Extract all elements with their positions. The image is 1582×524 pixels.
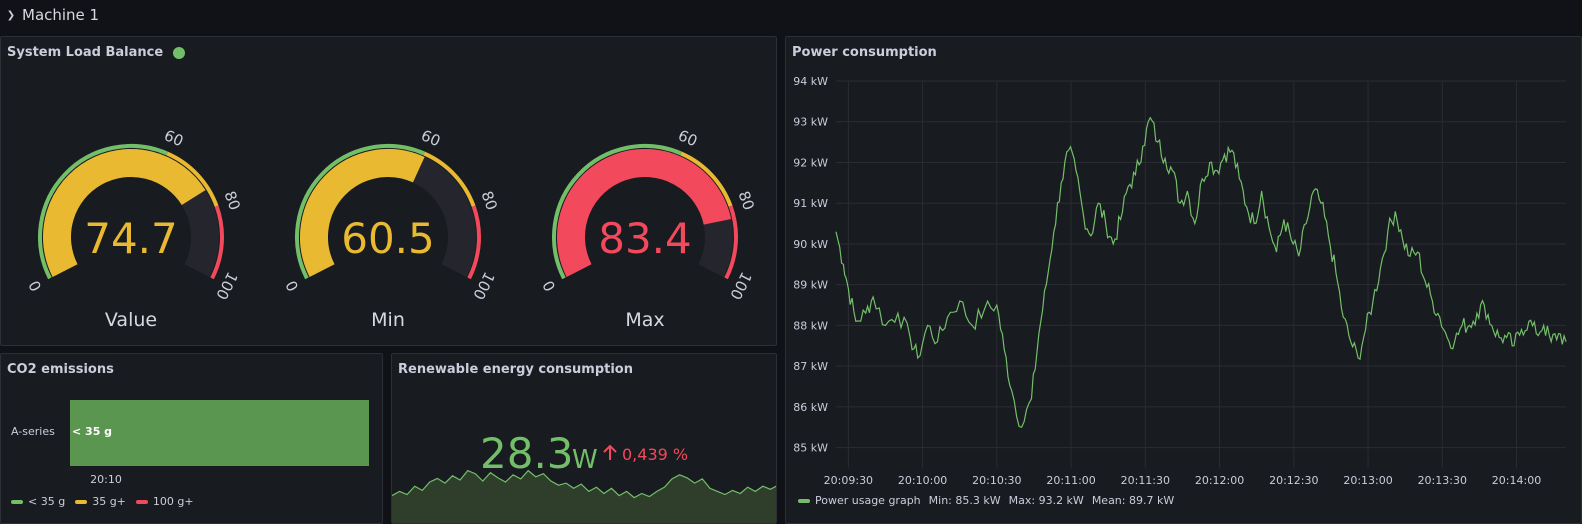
x-tick-label: 20:09:30	[824, 474, 873, 487]
x-tick-label: 20:13:30	[1418, 474, 1467, 487]
y-tick-label: 93 kW	[793, 116, 828, 129]
gauge-label: Min	[371, 309, 405, 331]
y-tick-label: 92 kW	[793, 156, 828, 169]
gauge-label: Value	[105, 309, 157, 331]
y-tick-label: 86 kW	[793, 401, 828, 414]
renewable-energy-panel: Renewable energy consumption 28.3 W 0,439 …	[391, 353, 777, 524]
legend-min: Min: 85.3 kW	[928, 494, 1001, 507]
power-legend[interactable]: Power usage graph Min: 85.3 kW Max: 93.2…	[798, 494, 1174, 507]
co2-bar-label: < 35 g	[72, 425, 112, 438]
row-header-machine-1[interactable]: ❯ Machine 1	[0, 0, 1582, 30]
gauge-max: 0 60 80 100 83.4 Max	[539, 126, 758, 331]
gauge-tick-label: 80	[734, 189, 757, 213]
gauge-tick-label: 60	[418, 126, 443, 150]
gauge-tick-label: 0	[539, 277, 559, 294]
x-tick-label: 20:11:30	[1121, 474, 1170, 487]
gauge-value-text: 83.4	[598, 214, 692, 263]
legend-label: < 35 g	[28, 495, 66, 508]
gauge-label: Max	[625, 309, 664, 331]
power-consumption-panel: Power consumption 85 kW 86 kW 87 kW 88 kW 89…	[785, 36, 1582, 524]
co2-x-tick: 20:10	[90, 473, 122, 486]
co2-legend-item[interactable]: 100 g+	[135, 495, 194, 508]
status-dot-icon	[173, 46, 186, 59]
x-tick-label: 20:12:30	[1269, 474, 1318, 487]
y-tick-label: 89 kW	[793, 279, 828, 292]
gauge-tick-label: 80	[220, 189, 243, 213]
stat-change: 0,439 %	[622, 445, 688, 464]
gauge-tick-label: 100	[469, 269, 498, 303]
x-tick-label: 20:14:00	[1492, 474, 1541, 487]
gauge-tick-label: 60	[161, 126, 186, 150]
legend-swatch-icon	[798, 498, 810, 503]
co2-legend-item[interactable]: 35 g+	[75, 495, 126, 508]
arrow-up-icon	[603, 444, 617, 460]
gauge-tick-label: 0	[282, 277, 302, 294]
chevron-down-icon[interactable]: ❯	[0, 0, 22, 30]
gauge-value: 0 60 80 100 74.7 Value	[25, 126, 244, 331]
power-series-line	[835, 116, 1567, 429]
gauge-value-text: 74.7	[84, 214, 178, 263]
power-line-chart: 85 kW 86 kW 87 kW 88 kW 89 kW 90 kW 91 kW 92 kW…	[793, 75, 1567, 487]
system-load-balance-panel: System Load Balance 0 60 80 100 74.7 Value 0 60…	[0, 36, 777, 346]
legend-swatch-icon	[75, 499, 88, 504]
y-tick-label: 88 kW	[793, 319, 828, 332]
co2-legend: < 35 g 35 g+ 100 g+	[11, 495, 204, 508]
x-tick-label: 20:11:00	[1046, 474, 1095, 487]
gauge-tick-label: 0	[25, 277, 45, 294]
stat-unit: W	[572, 445, 598, 475]
x-tick-label: 20:10:00	[898, 474, 947, 487]
y-tick-label: 85 kW	[793, 442, 828, 455]
panel-title: System Load Balance	[7, 45, 186, 60]
y-tick-label: 90 kW	[793, 238, 828, 251]
y-tick-label: 87 kW	[793, 360, 828, 373]
co2-emissions-panel: CO2 emissions A-series < 35 g 20:10 < 35 g…	[0, 353, 383, 524]
legend-label: 35 g+	[92, 495, 126, 508]
co2-series-label: A-series	[11, 425, 55, 438]
gauge-min: 0 60 80 100 60.5 Min	[282, 126, 501, 331]
legend-swatch-icon	[11, 499, 23, 504]
gauge-tick-label: 100	[726, 269, 755, 303]
co2-legend-item[interactable]: < 35 g	[11, 495, 65, 508]
stat-value: 28.3	[480, 429, 574, 478]
legend-series-name[interactable]: Power usage graph	[815, 494, 921, 507]
renewable-stat-sparkline: 28.3W 0,439 %	[392, 429, 776, 523]
x-tick-label: 20:10:30	[972, 474, 1021, 487]
row-title: Machine 1	[22, 6, 100, 24]
co2-bar	[70, 400, 369, 466]
legend-mean: Mean: 89.7 kW	[1091, 494, 1175, 507]
gauge-tick-label: 80	[477, 189, 500, 213]
panel-title-text: System Load Balance	[7, 45, 164, 60]
legend-max: Max: 93.2 kW	[1008, 494, 1084, 507]
x-tick-label: 20:12:00	[1195, 474, 1244, 487]
x-tick-label: 20:13:00	[1343, 474, 1392, 487]
y-tick-label: 94 kW	[793, 75, 828, 88]
legend-swatch-icon	[135, 499, 148, 504]
y-tick-label: 91 kW	[793, 197, 828, 210]
legend-label: 100 g+	[152, 495, 194, 508]
gauge-tick-label: 60	[675, 126, 700, 150]
gauge-value-text: 60.5	[341, 214, 435, 263]
gauge-tick-label: 100	[212, 269, 241, 303]
